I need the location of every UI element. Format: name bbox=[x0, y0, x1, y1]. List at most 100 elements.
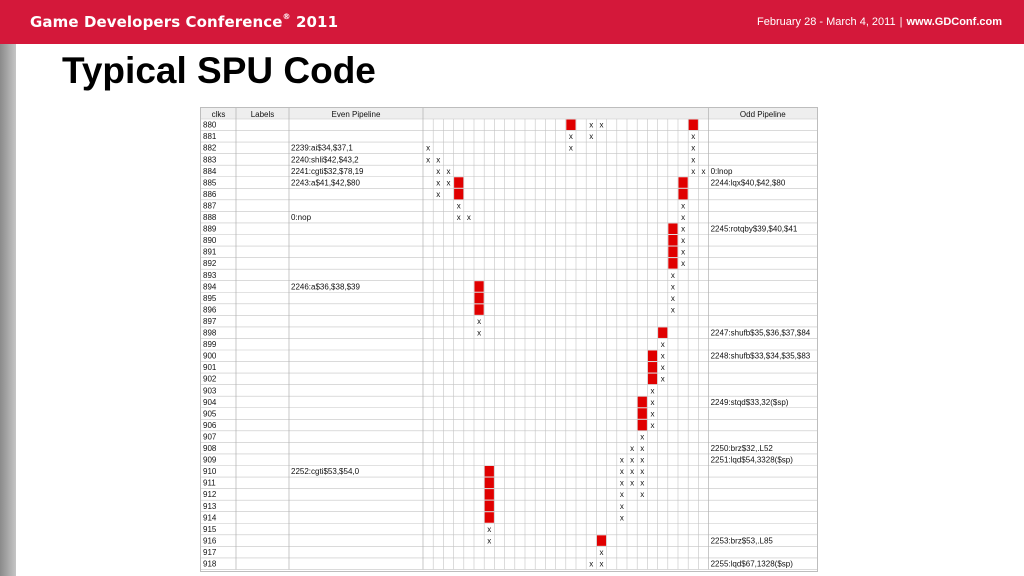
register-usage-mark: x bbox=[589, 560, 593, 569]
register-usage-mark: x bbox=[569, 144, 573, 153]
even-pipeline-instruction: 0:nop bbox=[291, 213, 312, 222]
register-usage-mark: x bbox=[569, 132, 573, 141]
register-usage-mark: x bbox=[620, 490, 624, 499]
pipeline-table: clks Labels Even Pipeline Odd Pipeline 880 88… bbox=[200, 107, 818, 572]
clock-cell: 890 bbox=[203, 236, 217, 245]
header-even-pipeline: Even Pipeline bbox=[332, 110, 381, 119]
clock-cell: 887 bbox=[203, 201, 217, 210]
conference-year: 2011 bbox=[295, 13, 339, 31]
register-usage-mark: x bbox=[681, 213, 685, 222]
odd-pipeline-instruction: 2245:rotqby$39,$40,$41 bbox=[711, 225, 798, 234]
register-usage-mark: x bbox=[477, 317, 481, 326]
header-labels: Labels bbox=[251, 110, 275, 119]
register-usage-mark: x bbox=[681, 201, 685, 210]
clock-cell: 893 bbox=[203, 271, 217, 280]
register-usage-mark: x bbox=[691, 155, 695, 164]
clock-cell: 880 bbox=[203, 121, 217, 130]
clock-cell: 910 bbox=[203, 467, 217, 476]
busy-cell bbox=[688, 119, 698, 131]
register-usage-mark: x bbox=[661, 363, 665, 372]
register-usage-mark: x bbox=[681, 236, 685, 245]
register-usage-mark: x bbox=[487, 525, 491, 534]
conference-dates: February 28 - March 4, 2011 bbox=[757, 16, 896, 28]
register-usage-mark: x bbox=[436, 178, 440, 187]
busy-cell bbox=[647, 350, 658, 362]
busy-cell bbox=[474, 304, 484, 315]
odd-pipeline-instruction: 0:lnop bbox=[711, 167, 733, 176]
even-pipeline-instruction: 2252:cgti$53,$54,0 bbox=[291, 467, 360, 476]
register-usage-mark: x bbox=[620, 513, 624, 522]
register-usage-mark: x bbox=[447, 167, 451, 176]
clock-cell: 889 bbox=[203, 225, 217, 234]
odd-pipeline-instruction: 2248:shufb$33,$34,$35,$83 bbox=[711, 352, 811, 361]
clock-cell: 897 bbox=[203, 317, 217, 326]
clock-cell: 916 bbox=[203, 536, 217, 545]
clock-cell: 895 bbox=[203, 294, 217, 303]
busy-cell bbox=[668, 246, 678, 258]
clock-cell: 899 bbox=[203, 340, 217, 349]
register-usage-mark: x bbox=[600, 548, 604, 557]
register-usage-mark: x bbox=[640, 467, 644, 476]
slide-title: Typical SPU Code bbox=[62, 50, 376, 91]
register-usage-mark: x bbox=[661, 352, 665, 361]
register-usage-mark: x bbox=[620, 467, 624, 476]
register-usage-mark: x bbox=[671, 294, 675, 303]
register-usage-mark: x bbox=[661, 340, 665, 349]
clock-cell: 912 bbox=[203, 490, 217, 499]
register-usage-mark: x bbox=[681, 259, 685, 268]
register-usage-mark: x bbox=[671, 271, 675, 280]
register-usage-mark: x bbox=[651, 421, 655, 430]
header-separator: | bbox=[899, 16, 903, 28]
busy-cell bbox=[637, 396, 647, 408]
clock-cell: 886 bbox=[203, 190, 217, 199]
register-usage-mark: x bbox=[640, 432, 644, 441]
busy-cell bbox=[647, 362, 658, 373]
busy-cell bbox=[566, 119, 576, 131]
register-usage-mark: x bbox=[640, 456, 644, 465]
clock-cell: 894 bbox=[203, 282, 217, 291]
conference-website-link[interactable]: www.GDConf.com bbox=[906, 16, 1002, 28]
clock-cell: 918 bbox=[203, 560, 217, 569]
register-usage-mark: x bbox=[457, 213, 461, 222]
odd-pipeline-instruction: 2244:lqx$40,$42,$80 bbox=[711, 178, 786, 187]
busy-cell bbox=[668, 223, 678, 234]
busy-cell bbox=[474, 292, 484, 304]
even-pipeline-instruction: 2243:a$41,$42,$80 bbox=[291, 178, 361, 187]
clock-cell: 914 bbox=[203, 513, 217, 522]
odd-pipeline-instruction: 2251:lqd$54,3328($sp) bbox=[711, 456, 794, 465]
busy-cell bbox=[474, 281, 484, 292]
register-usage-mark: x bbox=[620, 502, 624, 511]
clock-cell: 917 bbox=[203, 548, 217, 557]
busy-cell bbox=[678, 188, 688, 200]
even-pipeline-instruction: 2241:cgti$32,$78,19 bbox=[291, 167, 364, 176]
clock-cell: 908 bbox=[203, 444, 217, 453]
register-usage-mark: x bbox=[661, 375, 665, 384]
register-usage-mark: x bbox=[651, 386, 655, 395]
conference-info: February 28 - March 4, 2011 | www.GDConf.c… bbox=[757, 16, 1002, 28]
clock-cell: 913 bbox=[203, 502, 217, 511]
register-usage-mark: x bbox=[671, 305, 675, 314]
even-pipeline-instruction: 2239:ai$34,$37,1 bbox=[291, 144, 353, 153]
busy-cell bbox=[484, 500, 494, 512]
register-usage-mark: x bbox=[651, 398, 655, 407]
clock-cell: 900 bbox=[203, 352, 217, 361]
clock-cell: 883 bbox=[203, 155, 217, 164]
odd-pipeline-instruction: 2250:brz$32,.L52 bbox=[711, 444, 774, 453]
busy-cell bbox=[658, 327, 668, 338]
busy-cell bbox=[637, 419, 647, 431]
clock-cell: 892 bbox=[203, 259, 217, 268]
register-usage-mark: x bbox=[436, 190, 440, 199]
clock-cell: 881 bbox=[203, 132, 217, 141]
register-usage-mark: x bbox=[681, 225, 685, 234]
clock-cell: 891 bbox=[203, 248, 217, 257]
register-usage-mark: x bbox=[477, 329, 481, 338]
clock-cell: 884 bbox=[203, 167, 217, 176]
odd-pipeline-instruction: 2255:lqd$67,1328($sp) bbox=[711, 560, 794, 569]
register-usage-mark: x bbox=[702, 167, 706, 176]
pipeline-grid: clks Labels Even Pipeline Odd Pipeline 880 88… bbox=[201, 108, 817, 570]
busy-cell bbox=[484, 489, 494, 500]
busy-cell bbox=[668, 235, 678, 246]
even-pipeline-instruction: 2246:a$36,$38,$39 bbox=[291, 282, 361, 291]
clock-cell: 915 bbox=[203, 525, 217, 534]
clock-cell: 905 bbox=[203, 409, 217, 418]
